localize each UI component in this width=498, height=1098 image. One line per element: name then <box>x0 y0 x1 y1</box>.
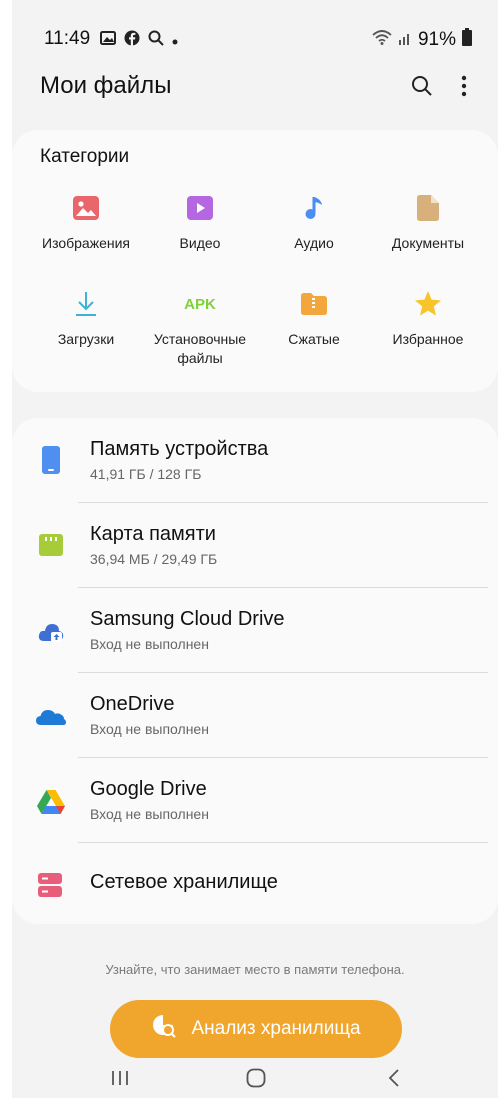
recents-icon <box>112 1071 128 1085</box>
sd-card-icon <box>38 531 64 559</box>
apk-icon: APK <box>184 295 216 313</box>
star-icon <box>414 290 442 318</box>
status-time: 11:49 <box>44 28 91 49</box>
home-icon <box>246 1068 266 1088</box>
category-label: Загрузки <box>57 331 115 347</box>
storage-name: OneDrive <box>90 693 175 715</box>
storage-usage: 41,91 ГБ / 128 ГБ <box>90 466 202 482</box>
storage-card: Память устройства 41,91 ГБ / 128 ГБ Карт… <box>12 418 498 924</box>
status-right: 91% <box>372 28 472 52</box>
storage-name: Память устройства <box>90 438 269 460</box>
signal-icon <box>398 29 412 51</box>
analyze-button-label: Анализ хранилища <box>191 1018 361 1039</box>
network-storage-icon <box>38 871 62 899</box>
archive-icon <box>300 290 328 318</box>
image-icon <box>72 194 100 222</box>
facebook-notification-icon <box>124 30 140 51</box>
document-icon <box>414 194 442 222</box>
samsung-cloud-icon <box>38 618 64 646</box>
storage-status: Вход не выполнен <box>90 721 209 737</box>
download-icon <box>72 290 100 318</box>
category-label: Аудио <box>294 235 334 251</box>
category-label: Избранное <box>392 331 464 347</box>
more-vertical-icon <box>461 75 467 97</box>
battery-percent: 91% <box>417 29 456 50</box>
storage-usage: 36,94 МБ / 29,49 ГБ <box>90 551 218 567</box>
storage-item-samsung-cloud[interactable]: Samsung Cloud Drive Вход не выполнен <box>12 588 498 673</box>
system-navigation-bar <box>12 1058 498 1098</box>
music-note-icon <box>300 194 328 222</box>
back-icon <box>388 1069 399 1087</box>
video-icon <box>186 194 214 222</box>
wifi-icon <box>372 29 392 51</box>
status-bar: 11:49 91% <box>12 18 498 54</box>
categories-title: Категории <box>40 146 130 167</box>
category-label: Видео <box>179 235 221 251</box>
storage-item-sd-card[interactable]: Карта памяти 36,94 МБ / 29,49 ГБ <box>12 503 498 588</box>
storage-name: Карта памяти <box>90 523 216 545</box>
storage-item-onedrive[interactable]: OneDrive Вход не выполнен <box>12 673 498 758</box>
gallery-notification-icon <box>100 31 116 50</box>
storage-name: Google Drive <box>90 778 207 800</box>
category-images[interactable]: Изображения <box>26 194 146 253</box>
category-video[interactable]: Видео <box>140 194 260 253</box>
back-button[interactable] <box>374 1064 414 1092</box>
search-notification-icon <box>148 30 164 51</box>
storage-status: Вход не выполнен <box>90 636 209 652</box>
battery-icon <box>462 28 472 52</box>
search-button[interactable] <box>406 70 438 102</box>
screen: 11:49 91% Мои файлы Категории Изображени… <box>12 0 498 1098</box>
notification-icons <box>100 30 178 51</box>
categories-card: Категории Изображения Видео Аудио Докуме… <box>12 130 498 392</box>
category-label: Изображения <box>42 235 130 251</box>
storage-name: Сетевое хранилище <box>90 871 278 893</box>
recents-button[interactable] <box>100 1064 140 1092</box>
analyze-storage-button[interactable]: Анализ хранилища <box>110 1000 402 1058</box>
search-icon <box>412 76 432 96</box>
more-options-button[interactable] <box>448 70 480 102</box>
storage-name: Samsung Cloud Drive <box>90 608 285 630</box>
category-documents[interactable]: Документы <box>368 194 488 253</box>
category-label: Документы <box>391 235 465 251</box>
page-title: Мои файлы <box>40 72 172 99</box>
dot-indicator-icon <box>172 32 178 50</box>
category-downloads[interactable]: Загрузки <box>26 290 146 349</box>
storage-item-network[interactable]: Сетевое хранилище <box>12 843 498 928</box>
storage-hint: Узнайте, что занимает место в памяти тел… <box>105 962 405 977</box>
category-favorites[interactable]: Избранное <box>368 290 488 349</box>
category-label: Сжатые <box>288 331 340 347</box>
storage-status: Вход не выполнен <box>90 806 209 822</box>
category-audio[interactable]: Аудио <box>254 194 374 253</box>
category-apk[interactable]: APK Установочные файлы <box>140 290 260 368</box>
google-drive-icon <box>37 788 65 816</box>
storage-analysis-icon <box>151 1013 177 1045</box>
category-archives[interactable]: Сжатые <box>254 290 374 349</box>
category-label: Установочные файлы <box>153 331 247 366</box>
storage-item-google-drive[interactable]: Google Drive Вход не выполнен <box>12 758 498 843</box>
home-button[interactable] <box>236 1064 276 1092</box>
storage-item-device[interactable]: Память устройства 41,91 ГБ / 128 ГБ <box>12 418 498 503</box>
onedrive-icon <box>36 703 66 731</box>
phone-storage-icon <box>38 446 64 474</box>
